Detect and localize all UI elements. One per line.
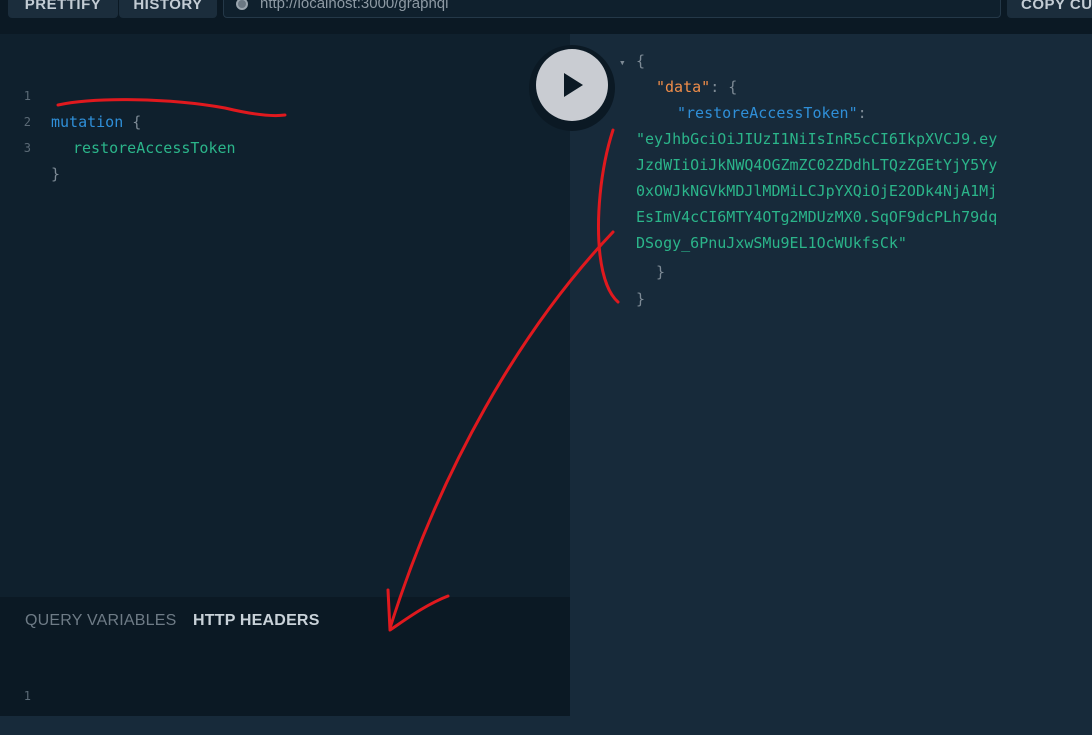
variables-panel: QUERY VARIABLES HTTP HEADERS 1 (0, 597, 570, 716)
tab-query-variables[interactable]: QUERY VARIABLES (25, 612, 177, 630)
token-value-line: EsImV4cCI6MTY4OTg2MDUzMX0.SqOF9dcPLh79dq (636, 208, 998, 226)
result-inner-close-brace: } (656, 263, 666, 281)
token-value-line: 0xOWJkNGVkMDJlMDMiLCJpYXQiOjE2ODk4NjA1Mj (636, 182, 998, 200)
result-token-key-line: "restoreAccessToken": (677, 100, 867, 126)
code-line: 3 } (0, 109, 60, 183)
fold-toggle-icon[interactable]: ▾ (619, 50, 626, 76)
history-button[interactable]: HISTORY (119, 0, 217, 18)
line-number: 1 (23, 689, 31, 703)
line-number: 3 (23, 141, 31, 155)
toolbar: PRETTIFY HISTORY http://localhost:3000/g… (0, 0, 1092, 34)
result-data-line: "data": { (656, 74, 737, 100)
result-viewer: ▾ { "data": { "restoreAccessToken": "eyJ… (570, 34, 1092, 716)
tab-http-headers[interactable]: HTTP HEADERS (193, 612, 320, 630)
endpoint-url-input[interactable]: http://localhost:3000/graphql (223, 0, 1001, 18)
code-line: 2 restoreAccessToken (0, 83, 236, 157)
data-key: "data" (656, 78, 711, 96)
token-colon: : (857, 104, 867, 122)
token-value-line: "eyJhbGciOiJIUzI1NiIsInR5cCI6IkpXVCJ9.ey (636, 130, 998, 148)
endpoint-url-text: http://localhost:3000/graphql (260, 0, 449, 12)
token-value-line: JzdWIiOiJkNWQ4OGZmZC02ZDdhLTQzZGEtYjY5Yy (636, 156, 998, 174)
play-icon (564, 73, 583, 97)
mutation-keyword: mutation (51, 113, 124, 131)
mutation-field: restoreAccessToken (73, 139, 236, 157)
open-brace: { (132, 113, 142, 131)
headers-editor[interactable]: 1 (0, 657, 36, 703)
prettify-button[interactable]: PRETTIFY (8, 0, 118, 18)
result-outer-close-brace: } (636, 290, 646, 308)
status-dot-icon (236, 0, 248, 10)
query-editor[interactable]: 1 mutation { 2 restoreAccessToken 3 } (0, 34, 570, 597)
close-brace: } (51, 165, 61, 183)
copy-curl-button[interactable]: COPY CU (1007, 0, 1092, 18)
token-value-line: DSogy_6PnuJxwSMu9EL1OcWUkfsCk" (636, 234, 907, 252)
data-colon-brace: : { (710, 78, 738, 96)
token-key: "restoreAccessToken" (677, 104, 858, 122)
code-line: 1 mutation { (0, 57, 142, 131)
execute-query-button[interactable] (536, 49, 608, 121)
result-open-brace: { (636, 52, 646, 70)
